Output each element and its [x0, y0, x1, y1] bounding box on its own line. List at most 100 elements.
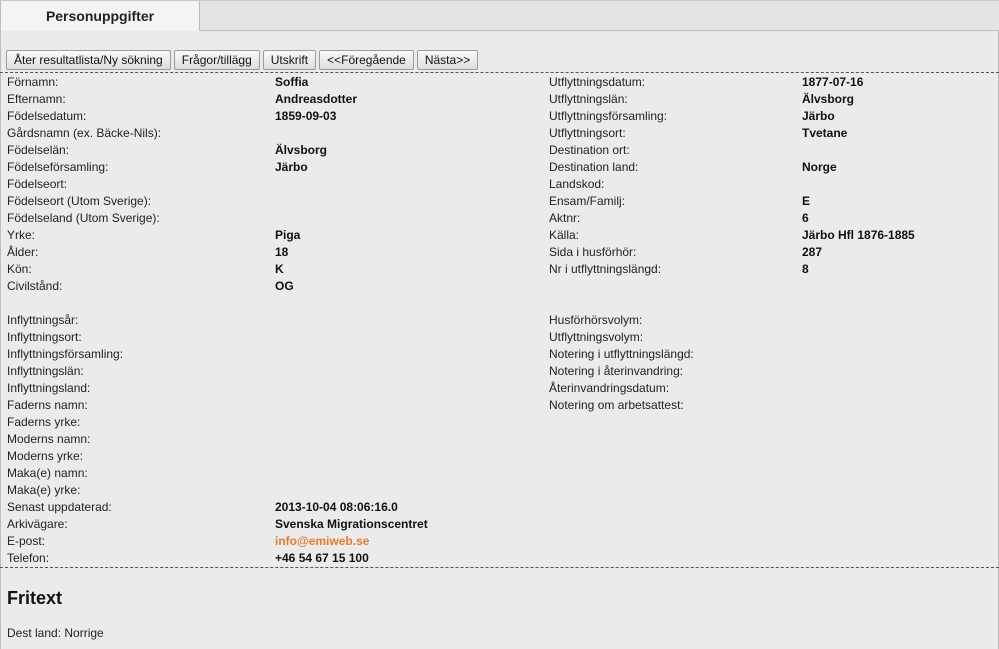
- field-label: Husförhörsvolym:: [549, 313, 643, 327]
- left-details-column: Förnamn: Soffia Efternamn: Andreasdotter Föd…: [7, 74, 537, 567]
- right-detail-row: Notering i utflyttningslängd:: [549, 346, 994, 363]
- field-value: Älvsborg: [275, 143, 328, 157]
- field-label: Moderns namn:: [7, 432, 91, 446]
- next-button[interactable]: Nästa>>: [416, 50, 479, 70]
- field-value: 6: [802, 211, 809, 225]
- divider-top: [0, 72, 999, 73]
- divider-bottom: [0, 567, 999, 568]
- left-detail-row: Förnamn: Soffia: [7, 74, 537, 91]
- field-label: Födelsedatum:: [7, 109, 87, 123]
- field-label: Inflyttningsort:: [7, 330, 82, 344]
- field-label: Notering om arbetsattest:: [549, 398, 684, 412]
- right-detail-row: Källa: Järbo Hfl 1876-1885: [549, 227, 994, 244]
- right-detail-row: Aktnr: 6: [549, 210, 994, 227]
- previous-button[interactable]: <<Föregående: [319, 50, 414, 70]
- field-label: Födelseland (Utom Sverige):: [7, 211, 160, 225]
- field-label: Inflyttningsland:: [7, 381, 91, 395]
- right-detail-row: Husförhörsvolym:: [549, 312, 994, 329]
- field-label: Faderns namn:: [7, 398, 88, 412]
- right-detail-row: Landskod:: [549, 176, 994, 193]
- field-label: Förnamn:: [7, 75, 59, 89]
- field-label: Födelselän:: [7, 143, 70, 157]
- right-detail-row: Utflyttningsort: Tvetane: [549, 125, 994, 142]
- field-label: Födelseort (Utom Sverige):: [7, 194, 152, 208]
- left-detail-row: Yrke: Piga: [7, 227, 537, 244]
- right-detail-row: [549, 278, 994, 295]
- left-detail-row: Födelsedatum: 1859-09-03: [7, 108, 537, 125]
- questions-additions-button[interactable]: Frågor/tillägg: [173, 50, 260, 70]
- email-link[interactable]: info@emiweb.se: [275, 533, 369, 550]
- left-detail-row: Efternamn: Andreasdotter: [7, 91, 537, 108]
- left-detail-row: Maka(e) namn:: [7, 465, 537, 482]
- left-detail-row: Födelseort (Utom Sverige):: [7, 193, 537, 210]
- left-detail-row: Faderns namn:: [7, 397, 537, 414]
- left-detail-row: Gårdsnamn (ex. Bäcke-Nils):: [7, 125, 537, 142]
- field-value: 1877-07-16: [802, 75, 864, 89]
- field-value: Andreasdotter: [275, 92, 358, 106]
- field-label: Senast uppdaterad:: [7, 500, 112, 514]
- field-label: Inflyttningslän:: [7, 364, 84, 378]
- field-label: Moderns yrke:: [7, 449, 84, 463]
- right-detail-row: Destination ort:: [549, 142, 994, 159]
- field-label: Utflyttningsförsamling:: [549, 109, 668, 123]
- field-label: Kön:: [7, 262, 32, 276]
- field-label: Ensam/Familj:: [549, 194, 626, 208]
- field-value: Järbo: [275, 160, 308, 174]
- right-detail-row: Återinvandringsdatum:: [549, 380, 994, 397]
- left-detail-row: Inflyttningsår:: [7, 312, 537, 329]
- field-label: Landskod:: [549, 177, 605, 191]
- field-label: Yrke:: [7, 228, 36, 242]
- left-detail-row: Födelseförsamling: Järbo: [7, 159, 537, 176]
- right-details-column: Utflyttningsdatum: 1877-07-16 Utflyttnings…: [549, 74, 994, 414]
- right-detail-row: Utflyttningsförsamling: Järbo: [549, 108, 994, 125]
- tab-personuppgifter[interactable]: Personuppgifter: [1, 0, 200, 31]
- field-label: Notering i utflyttningslängd:: [549, 347, 694, 361]
- left-detail-row: Födelselän: Älvsborg: [7, 142, 537, 159]
- tab-bar: Personuppgifter: [0, 0, 999, 31]
- field-value: +46 54 67 15 100: [275, 551, 369, 565]
- left-detail-row: Inflyttningsort:: [7, 329, 537, 346]
- field-label: E-post:: [7, 534, 46, 548]
- left-detail-row: E-post: info@emiweb.se: [7, 533, 537, 550]
- left-detail-row: Födelseland (Utom Sverige):: [7, 210, 537, 227]
- right-detail-row: Notering i återinvandring:: [549, 363, 994, 380]
- left-detail-row: Moderns yrke:: [7, 448, 537, 465]
- right-detail-row: Sida i husförhör: 287: [549, 244, 994, 261]
- right-detail-row: Utflyttningsdatum: 1877-07-16: [549, 74, 994, 91]
- fritext-body: Dest land: Norrige: [7, 626, 104, 640]
- field-value: 8: [802, 262, 809, 276]
- field-value: Svenska Migrationscentret: [275, 517, 428, 531]
- field-label: Sida i husförhör:: [549, 245, 637, 259]
- left-detail-row: Maka(e) yrke:: [7, 482, 537, 499]
- field-label: Inflyttningsår:: [7, 313, 79, 327]
- left-detail-row: Inflyttningsland:: [7, 380, 537, 397]
- right-detail-row: Utflyttningslän: Älvsborg: [549, 91, 994, 108]
- field-label: Födelseort:: [7, 177, 68, 191]
- left-detail-row: Senast uppdaterad: 2013-10-04 08:06:16.0: [7, 499, 537, 516]
- field-label: Utflyttningsdatum:: [549, 75, 646, 89]
- field-label: Efternamn:: [7, 92, 66, 106]
- field-label: Aktnr:: [549, 211, 581, 225]
- left-detail-row: Arkivägare: Svenska Migrationscentret: [7, 516, 537, 533]
- left-detail-row: Födelseort:: [7, 176, 537, 193]
- back-to-results-button[interactable]: Åter resultatlista/Ny sökning: [6, 50, 171, 70]
- field-value: Piga: [275, 228, 301, 242]
- left-detail-row: Telefon: +46 54 67 15 100: [7, 550, 537, 567]
- field-label: Notering i återinvandring:: [549, 364, 684, 378]
- left-detail-row: Inflyttningslän:: [7, 363, 537, 380]
- field-value: 287: [802, 245, 823, 259]
- print-button[interactable]: Utskrift: [262, 50, 317, 70]
- field-label: Utflyttningslän:: [549, 92, 628, 106]
- toolbar: Åter resultatlista/Ny sökning Frågor/til…: [6, 50, 479, 70]
- field-value: Norge: [802, 160, 837, 174]
- field-label: Källa:: [549, 228, 580, 242]
- field-label: Utflyttningsvolym:: [549, 330, 644, 344]
- field-value: OG: [275, 279, 294, 293]
- field-label: Faderns yrke:: [7, 415, 81, 429]
- field-value: K: [275, 262, 284, 276]
- left-detail-row: Ålder: 18: [7, 244, 537, 261]
- field-label: Telefon:: [7, 551, 50, 565]
- right-detail-row: [549, 295, 994, 312]
- right-detail-row: Notering om arbetsattest:: [549, 397, 994, 414]
- field-label: Maka(e) namn:: [7, 466, 88, 480]
